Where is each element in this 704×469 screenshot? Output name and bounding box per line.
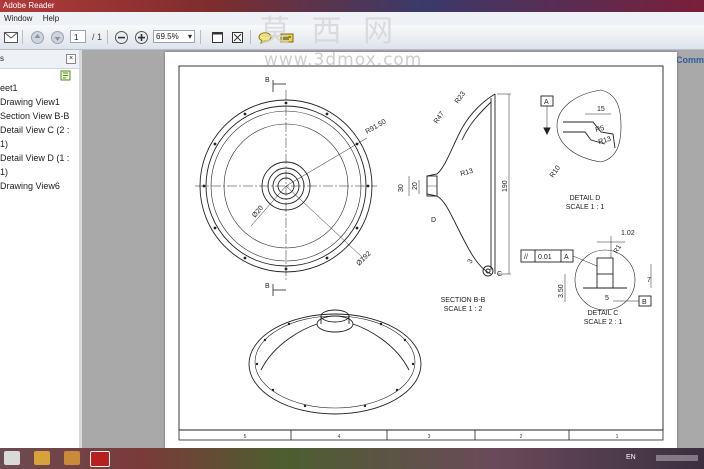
menu-help[interactable]: Help [39,12,63,25]
taskbar: EN [0,448,704,469]
comment-pane-button[interactable]: Comm [676,55,704,65]
detail-c-r1: R1 [613,244,624,255]
bookmark-detail-view-c[interactable]: Detail View C (2 : [0,123,79,137]
datum-b: B [642,299,647,306]
language-indicator[interactable]: EN [626,454,636,461]
document-page: 5 4 3 2 1 B B R91.50 Ø20 Ø192 R23 R47 30… [165,52,677,448]
section-marker-b: B [265,283,270,290]
detail-c-scale: SCALE 2 : 1 [584,319,623,326]
watermark-text: 莫 西 网 [260,14,400,49]
detail-c [520,236,652,311]
detail-d-scale: SCALE 1 : 1 [566,204,605,211]
detail-d-title: DETAIL D [570,195,601,202]
app-title: Adobe Reader [3,1,55,10]
dimension-r47: R47 [433,111,446,126]
adobe-reader-icon[interactable] [90,451,110,467]
dimension-r13: R13 [460,168,474,178]
section-marker-b: B [265,77,270,84]
dimension-r91: R91.50 [365,118,388,135]
chevron-down-icon: ▾ [187,32,192,41]
folder-icon[interactable] [64,451,80,465]
detail-c-title: DETAIL C [588,310,619,317]
dimension-d192: Ø192 [355,250,372,267]
zoom-select[interactable]: 69.5% ▾ [153,30,195,43]
panel-title: s [0,54,4,63]
detail-marker-d: D [431,217,436,224]
zoom-value: 69.5% [156,32,179,41]
tolerance-symbol: // [524,254,528,261]
isometric-view [248,309,422,415]
zone-label: 3 [428,434,431,440]
dimension-30: 30 [398,184,405,192]
zone-label: 4 [338,434,341,440]
previous-page-icon[interactable] [28,29,46,46]
media-icon[interactable] [34,451,50,465]
section-scale: SCALE 1 : 2 [444,306,483,313]
bookmark-section-view-bb[interactable]: Section View B-B [0,109,79,123]
zone-label: 2 [520,434,523,440]
datum-a: A [544,99,549,106]
bookmarks-options-row [0,69,79,81]
zoom-out-icon[interactable] [112,29,130,46]
front-view [195,80,377,296]
bookmarks-panel: s × eet1 Drawing View1 Section View B-B … [0,50,80,448]
section-title: SECTION B-B [441,297,486,304]
detail-d-r10: R10 [549,165,562,180]
detail-c-7: 7 [647,277,651,284]
fit-page-icon[interactable] [208,29,226,46]
detail-d-r13: R13 [598,136,612,146]
isometric-holes [255,322,415,408]
bookmarks-panel-header: s × [0,50,79,69]
zone-label: 5 [244,434,247,440]
bookmark-options-icon[interactable] [60,70,71,83]
full-screen-icon[interactable] [228,29,246,46]
dimension-3: 3 [467,258,475,265]
close-icon[interactable]: × [66,54,76,64]
toolbar-separator [107,30,108,44]
detail-d-15: 15 [597,106,605,113]
detail-d [540,89,622,163]
toolbar-separator [200,30,201,44]
dimension-190: 190 [502,180,509,192]
bookmark-drawing-view1[interactable]: Drawing View1 [0,95,79,109]
bookmark-drawing-view6[interactable]: Drawing View6 [0,179,79,193]
bookmark-sheet[interactable]: eet1 [0,81,79,95]
dimension-20: 20 [412,182,419,190]
explorer-icon[interactable] [4,451,20,465]
zoom-in-icon[interactable] [132,29,150,46]
detail-c-102: 1.02 [621,230,635,237]
menu-window[interactable]: Window [0,12,36,25]
detail-c-5: 5 [605,295,609,302]
toolbar-separator [250,30,251,44]
page-number-input[interactable]: 1 [70,30,86,43]
detail-c-350: 3.50 [558,284,565,298]
dimension-r23: R23 [454,91,467,106]
zone-label: 1 [616,434,619,440]
bookmark-detail-view-c-cont[interactable]: 1) [0,137,79,151]
detail-marker-c: C [497,271,502,278]
toolbar-separator [22,30,23,44]
tolerance-datum: A [564,254,569,261]
panel-splitter[interactable] [79,50,82,448]
watermark-url: www.3dmox.com [264,50,423,70]
next-page-icon[interactable] [48,29,66,46]
page-total: / 1 [91,31,102,42]
tolerance-value: 0.01 [538,254,552,261]
system-tray[interactable] [656,455,698,461]
email-icon[interactable] [2,29,20,46]
bookmark-detail-view-d-cont[interactable]: 1) [0,165,79,179]
engineering-drawing: 5 4 3 2 1 B B R91.50 Ø20 Ø192 R23 R47 30… [178,65,664,441]
bookmark-detail-view-d[interactable]: Detail View D (1 : [0,151,79,165]
section-view [408,93,511,277]
